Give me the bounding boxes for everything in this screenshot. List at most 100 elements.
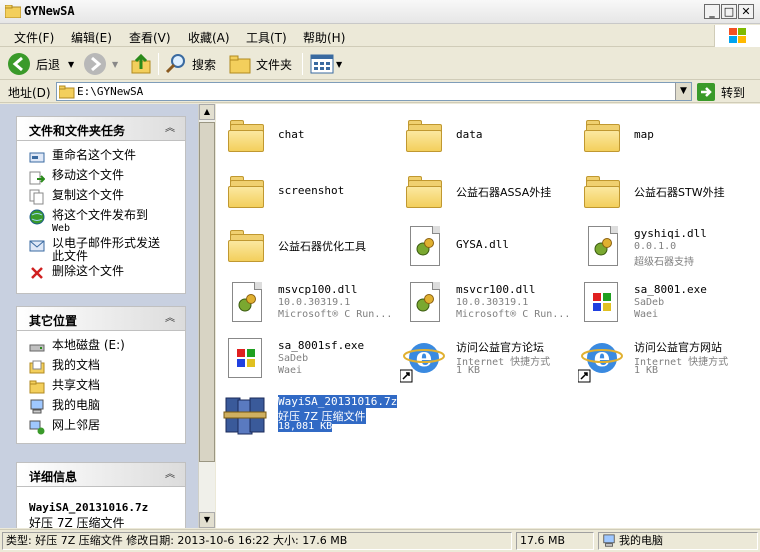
task-delete-label: 删除这个文件 [52, 264, 125, 278]
scroll-up-button[interactable]: ▲ [199, 104, 215, 120]
place-my-computer[interactable]: 我的电脑 [29, 399, 100, 415]
menu-file[interactable]: 文件(F) [14, 29, 54, 46]
file-item[interactable]: msvcp100.dll 10.0.30319.1 Microsoft® C R… [222, 280, 392, 330]
views-button[interactable]: ▼ [310, 52, 342, 76]
up-folder-button[interactable] [130, 52, 152, 76]
place-my-documents[interactable]: 我的文档 [29, 359, 100, 375]
task-email-label2: 此文件 [52, 249, 89, 263]
file-item[interactable]: gyshiqi.dll 0.0.1.0 超级石器支持 [578, 224, 748, 274]
address-value: E:\GYNewSA [77, 85, 144, 98]
place-shared-documents[interactable]: 共享文档 [29, 379, 100, 395]
go-button[interactable]: 转到 [697, 82, 745, 102]
place-network-label: 网上邻居 [52, 418, 101, 432]
maximize-button[interactable]: □ [721, 4, 737, 19]
toolbar: 后退 ▼ ▼ 搜索 文件夹 ▼ [0, 48, 760, 80]
task-pane-scrollbar[interactable]: ▲ ▼ [198, 104, 215, 528]
dll-file-icon [222, 280, 270, 328]
forward-dropdown-icon[interactable]: ▼ [112, 60, 118, 69]
file-description: 超级石器支持 [634, 257, 694, 268]
place-my-documents-label: 我的文档 [52, 358, 101, 372]
file-item-selected[interactable]: WayiSA_20131016.7z 好压 7Z 压缩文件 18,081 KB [222, 392, 398, 442]
close-button[interactable]: ✕ [738, 4, 754, 19]
dll-file-icon [400, 280, 448, 328]
file-item[interactable]: data [400, 114, 570, 164]
status-location: 我的电脑 [598, 532, 758, 550]
copy-icon [29, 189, 45, 205]
delete-icon [29, 265, 45, 281]
file-tasks-header[interactable]: 文件和文件夹任务 ︽ [17, 117, 185, 141]
file-item[interactable]: sa_8001.exe SaDeb Waei [578, 280, 748, 330]
address-dropdown-button[interactable]: ▼ [675, 83, 691, 100]
details-filename: WayiSA_20131016.7z [29, 501, 149, 514]
file-item[interactable]: 公益石器ASSA外挂 [400, 170, 570, 220]
file-version: 10.0.30319.1 [278, 297, 351, 308]
explorer-window: GYNewSA _ □ ✕ 文件(F) 编辑(E) 查看(V) 收藏(A) 工具… [0, 0, 760, 552]
forward-button[interactable]: ▼ [84, 52, 118, 76]
file-item[interactable]: GYSA.dll [400, 224, 570, 274]
other-places-header[interactable]: 其它位置 ︽ [17, 307, 185, 331]
collapse-chevron-icon[interactable]: ︽ [163, 468, 177, 482]
folder-icon [5, 5, 21, 18]
my-computer-icon [603, 534, 615, 547]
search-button[interactable]: 搜索 [164, 52, 216, 76]
task-delete[interactable]: 删除这个文件 [29, 265, 124, 281]
place-network[interactable]: 网上邻居 [29, 419, 100, 435]
internet-shortcut-icon: e [577, 336, 626, 384]
my-computer-icon [29, 399, 45, 415]
search-icon [165, 54, 185, 74]
task-email[interactable]: 以电子邮件形式发送 此文件 [29, 237, 160, 263]
scroll-thumb[interactable] [199, 122, 215, 462]
file-item[interactable]: e 访问公益官方网站 Internet 快捷方式 1 KB [577, 336, 748, 386]
collapse-chevron-icon[interactable]: ︽ [163, 312, 177, 326]
task-rename[interactable]: 重命名这个文件 [29, 149, 136, 165]
details-panel: 详细信息 ︽ WayiSA_20131016.7z 好压 7Z 压缩文件 [16, 462, 186, 528]
publish-web-icon [29, 209, 45, 225]
exe-file-icon [578, 280, 626, 328]
task-publish-web[interactable]: 将这个文件发布到 Web [29, 209, 148, 235]
file-size: 18,081 KB [278, 421, 333, 432]
views-icon [310, 54, 334, 74]
place-local-disk[interactable]: 本地磁盘 (E:) [29, 339, 125, 355]
details-filetype: 好压 7Z 压缩文件 [29, 516, 125, 528]
task-copy[interactable]: 复制这个文件 [29, 189, 124, 205]
menu-edit[interactable]: 编辑(E) [71, 29, 112, 46]
other-places-panel: 其它位置 ︽ 本地磁盘 (E:) 我的文档 共享文档 我的电脑 网上邻居 [16, 306, 186, 444]
views-dropdown-icon: ▼ [336, 59, 343, 69]
menu-favorites[interactable]: 收藏(A) [188, 29, 230, 46]
status-info: 类型: 好压 7Z 压缩文件 修改日期: 2013-10-6 16:22 大小:… [2, 532, 512, 550]
file-name: 公益石器优化工具 [278, 240, 366, 253]
file-version: 0.0.1.0 [634, 241, 677, 252]
folders-icon [229, 55, 251, 74]
file-tasks-panel: 文件和文件夹任务 ︽ 重命名这个文件 移动这个文件 复制这个文件 将这个文件发布… [16, 116, 186, 294]
file-item[interactable]: e 访问公益官方论坛 Internet 快捷方式 1 KB [399, 336, 570, 386]
file-item[interactable]: 公益石器优化工具 [222, 224, 392, 274]
file-item[interactable]: chat [222, 114, 392, 164]
file-description: Waei [278, 365, 303, 376]
task-move[interactable]: 移动这个文件 [29, 169, 124, 185]
file-list-view: chat data map screenshot 公益石器ASSA外挂 公益石器… [216, 104, 760, 528]
place-my-computer-label: 我的电脑 [52, 398, 101, 412]
network-places-icon [29, 419, 45, 435]
file-name: map [634, 128, 654, 141]
file-item[interactable]: msvcr100.dll 10.0.30319.1 Microsoft® C R… [400, 280, 570, 330]
menu-help[interactable]: 帮助(H) [303, 29, 345, 46]
file-item[interactable]: 公益石器STW外挂 [578, 170, 748, 220]
back-button[interactable]: 后退 ▼ [8, 52, 74, 76]
menu-view[interactable]: 查看(V) [129, 29, 171, 46]
minimize-button[interactable]: _ [704, 4, 720, 19]
folders-button[interactable]: 文件夹 [228, 52, 292, 76]
file-tasks-title: 文件和文件夹任务 [29, 124, 126, 138]
address-input[interactable]: E:\GYNewSA ▼ [56, 82, 692, 101]
file-item[interactable]: map [578, 114, 748, 164]
my-documents-icon [29, 359, 45, 375]
details-header[interactable]: 详细信息 ︽ [17, 463, 185, 487]
file-item[interactable]: sa_8001sf.exe SaDeb Waei [222, 336, 392, 386]
collapse-chevron-icon[interactable]: ︽ [163, 122, 177, 136]
scroll-down-button[interactable]: ▼ [199, 512, 215, 528]
title-bar[interactable]: GYNewSA _ □ ✕ [0, 0, 760, 24]
toolbar-separator [302, 53, 303, 75]
back-dropdown-icon[interactable]: ▼ [68, 60, 74, 69]
folder-icon [578, 114, 626, 162]
file-item[interactable]: screenshot [222, 170, 392, 220]
menu-tools[interactable]: 工具(T) [246, 29, 287, 46]
